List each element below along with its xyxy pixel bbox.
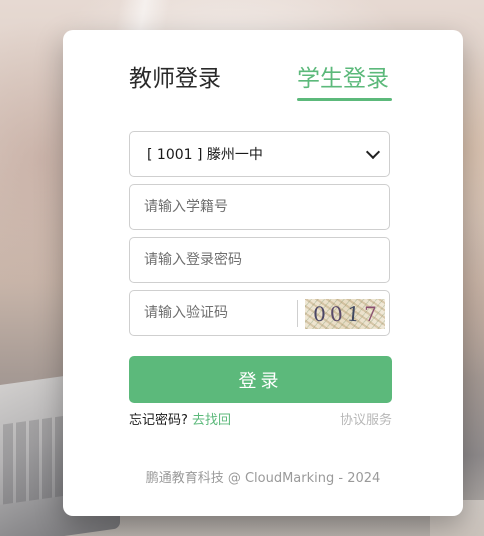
student-id-input[interactable] xyxy=(130,185,389,229)
captcha-digit: 0 xyxy=(328,301,345,327)
recover-password-link[interactable]: 去找回 xyxy=(192,413,231,428)
captcha-digit: 7 xyxy=(364,302,377,326)
captcha-digit: 1 xyxy=(346,301,361,327)
footer-copyright: 鹏通教育科技 @ CloudMarking - 2024 xyxy=(145,471,381,486)
captcha-divider xyxy=(297,300,298,327)
forgot-password-label: 忘记密码? xyxy=(129,413,188,428)
password-field-box xyxy=(129,237,390,283)
captcha-field-box: 0 0 1 7 xyxy=(129,290,390,336)
school-select[interactable]: [ 1001 ] 滕州一中 xyxy=(129,131,390,177)
password-input[interactable] xyxy=(130,238,389,282)
chevron-down-icon xyxy=(365,144,381,160)
captcha-input[interactable] xyxy=(130,291,296,335)
login-button[interactable]: 登录 xyxy=(129,356,392,403)
captcha-image[interactable]: 0 0 1 7 xyxy=(305,299,385,329)
forgot-password: 忘记密码? 去找回 xyxy=(129,409,231,428)
school-select-value: [ 1001 ] 滕州一中 xyxy=(147,147,263,163)
active-tab-indicator xyxy=(297,98,392,101)
tab-teacher-login[interactable]: 教师登录 xyxy=(129,64,221,94)
captcha-digit: 0 xyxy=(313,302,326,326)
agreement-link[interactable]: 协议服务 xyxy=(340,409,392,428)
tab-student-login[interactable]: 学生登录 xyxy=(297,64,389,94)
student-id-field-box xyxy=(129,184,390,230)
login-card: 教师登录 学生登录 [ 1001 ] 滕州一中 0 0 1 7 登录 忘记密码?… xyxy=(63,30,463,516)
